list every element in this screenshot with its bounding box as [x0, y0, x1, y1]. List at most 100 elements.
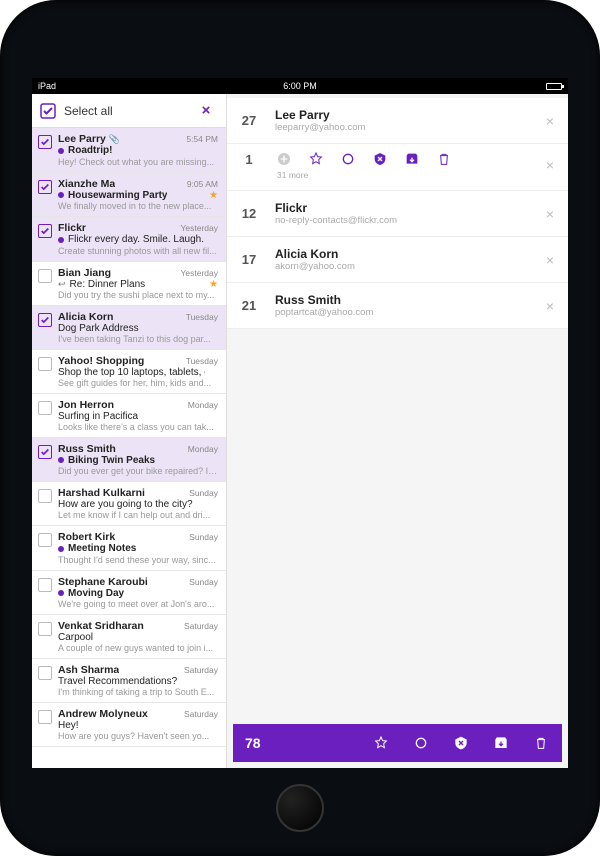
email-item[interactable]: Jon HerronMondaySurfing in Pacifica★Look…	[32, 394, 226, 438]
star-icon[interactable]	[372, 734, 390, 752]
subject: Carpool	[58, 632, 93, 643]
preview: Did you try the sushi place next to my..…	[58, 290, 218, 300]
subject: How are you going to the city?	[58, 499, 193, 510]
star-icon[interactable]	[307, 150, 325, 168]
star-icon[interactable]: ★	[209, 279, 218, 290]
select-all-icon[interactable]	[40, 103, 56, 119]
checkbox[interactable]	[38, 224, 52, 238]
checkbox[interactable]	[38, 357, 52, 371]
preview: How are you guys? Haven't seen yo...	[58, 731, 218, 741]
unread-dot-icon	[58, 457, 64, 463]
sender: Harshad Kulkarni	[58, 487, 145, 499]
email-item[interactable]: Harshad KulkarniSundayHow are you going …	[32, 482, 226, 526]
timestamp: Saturday	[184, 709, 218, 719]
unread-dot-icon	[58, 237, 64, 243]
preview: We're going to meet over at Jon's aro...	[58, 599, 218, 609]
battery-icon	[546, 83, 562, 90]
timestamp: Saturday	[184, 621, 218, 631]
email-item[interactable]: Yahoo! ShoppingTuesdayShop the top 10 la…	[32, 350, 226, 394]
sender: Alicia Korn	[58, 311, 113, 323]
mark-unread-icon[interactable]	[339, 150, 357, 168]
sender-group-row[interactable]: 21Russ Smithpoptartcat@yahoo.com×	[227, 283, 568, 329]
sender: Robert Kirk	[58, 531, 115, 543]
checkbox[interactable]	[38, 533, 52, 547]
remove-icon[interactable]: ×	[542, 113, 558, 129]
checkbox[interactable]	[38, 135, 52, 149]
subject: Hey!	[58, 720, 79, 731]
email-item[interactable]: Lee Parry📎5:54 PMRoadtrip!★Hey! Check ou…	[32, 128, 226, 173]
email-item[interactable]: Xianzhe Ma 9:05 AM Housewarming Party ★We f…	[32, 173, 226, 218]
sender: Flickr	[58, 222, 86, 234]
checkbox[interactable]	[38, 180, 52, 194]
remove-icon[interactable]: ×	[542, 252, 558, 268]
subject: Biking Twin Peaks	[58, 455, 155, 466]
mark-unread-icon[interactable]	[412, 734, 430, 752]
list-header: Select all ×	[32, 94, 226, 128]
clock: 6:00 PM	[283, 81, 317, 91]
email-item[interactable]: Bian JiangYesterday↩Re: Dinner Plans★Did…	[32, 262, 226, 306]
sender: Stephane Karoubi	[58, 576, 148, 588]
sender-group-row[interactable]: 12Flickrno-reply-contacts@flickr.com×	[227, 191, 568, 237]
checkbox[interactable]	[38, 445, 52, 459]
subject: ↩Re: Dinner Plans	[58, 279, 145, 290]
sender-group-row[interactable]: 17Alicia Kornakorn@yahoo.com×	[227, 237, 568, 283]
star-icon[interactable]: ★	[209, 190, 218, 201]
subject: Surfing in Pacifica	[58, 411, 138, 422]
email-item[interactable]: Robert KirkSundayMeeting Notes★Thought I…	[32, 526, 226, 571]
spam-icon[interactable]	[371, 150, 389, 168]
timestamp: Yesterday	[181, 223, 219, 233]
email-list: Lee Parry📎5:54 PMRoadtrip!★Hey! Check ou…	[32, 128, 226, 768]
email-item[interactable]: Stephane KaroubiSundayMoving Day★We're g…	[32, 571, 226, 616]
email-item[interactable]: FlickrYesterdayFlickr every day. Smile. …	[32, 217, 226, 262]
remove-icon[interactable]: ×	[542, 157, 558, 173]
email-item[interactable]: Russ SmithMondayBiking Twin Peaks★Did yo…	[32, 438, 226, 483]
checkbox[interactable]	[38, 578, 52, 592]
remove-icon[interactable]: ×	[542, 206, 558, 222]
subject: Shop the top 10 laptops, tablets, cell	[58, 367, 205, 378]
sender-group-row[interactable]: 27Lee Parryleeparry@yahoo.com×	[227, 98, 568, 144]
group-count: 12	[233, 206, 265, 221]
email-item[interactable]: Venkat SridharanSaturdayCarpool★A couple…	[32, 615, 226, 659]
spam-icon[interactable]	[452, 734, 470, 752]
preview: We finally moved in to the new place...	[58, 201, 218, 211]
add-icon[interactable]	[275, 150, 293, 168]
checkbox[interactable]	[38, 313, 52, 327]
delete-icon[interactable]	[435, 150, 453, 168]
checkbox[interactable]	[38, 269, 52, 283]
timestamp: Monday	[188, 444, 218, 454]
more-label[interactable]: 31 more	[277, 170, 532, 180]
expanded-actions-row: 1 31 more ×	[227, 144, 568, 191]
delete-icon[interactable]	[532, 734, 550, 752]
subject: Dog Park Address	[58, 323, 139, 334]
select-all-label[interactable]: Select all	[64, 104, 186, 118]
group-name: Alicia Korn	[275, 247, 532, 261]
email-item[interactable]: Ash SharmaSaturdayTravel Recommendations…	[32, 659, 226, 703]
sender: Xianzhe Ma	[58, 178, 115, 190]
group-address: poptartcat@yahoo.com	[275, 307, 532, 318]
checkbox[interactable]	[38, 666, 52, 680]
preview: I'm thinking of taking a trip to South E…	[58, 687, 218, 697]
checkbox[interactable]	[38, 622, 52, 636]
email-item[interactable]: Andrew MolyneuxSaturdayHey!★How are you …	[32, 703, 226, 747]
remove-icon[interactable]: ×	[542, 298, 558, 314]
subject: Roadtrip!	[58, 145, 112, 156]
sender: Bian Jiang	[58, 267, 111, 279]
unread-dot-icon	[58, 148, 64, 154]
ipad-frame: iPad 6:00 PM Select all × Lee Parry📎5:54…	[0, 0, 600, 856]
subject: Travel Recommendations?	[58, 676, 177, 687]
carrier-label: iPad	[38, 81, 56, 91]
checkbox[interactable]	[38, 401, 52, 415]
timestamp: 9:05 AM	[187, 179, 218, 189]
email-item[interactable]: Alicia KornTuesdayDog Park Address★I've …	[32, 306, 226, 350]
sender: Ash Sharma	[58, 664, 119, 676]
checkbox[interactable]	[38, 489, 52, 503]
unread-dot-icon	[58, 192, 64, 198]
timestamp: Tuesday	[186, 356, 218, 366]
checkbox[interactable]	[38, 710, 52, 724]
expanded-count: 1	[233, 150, 265, 167]
move-icon[interactable]	[492, 734, 510, 752]
subject: Housewarming Party	[58, 190, 167, 201]
preview: See gift guides for her, him, kids and..…	[58, 378, 218, 388]
close-icon[interactable]: ×	[194, 102, 218, 119]
move-icon[interactable]	[403, 150, 421, 168]
